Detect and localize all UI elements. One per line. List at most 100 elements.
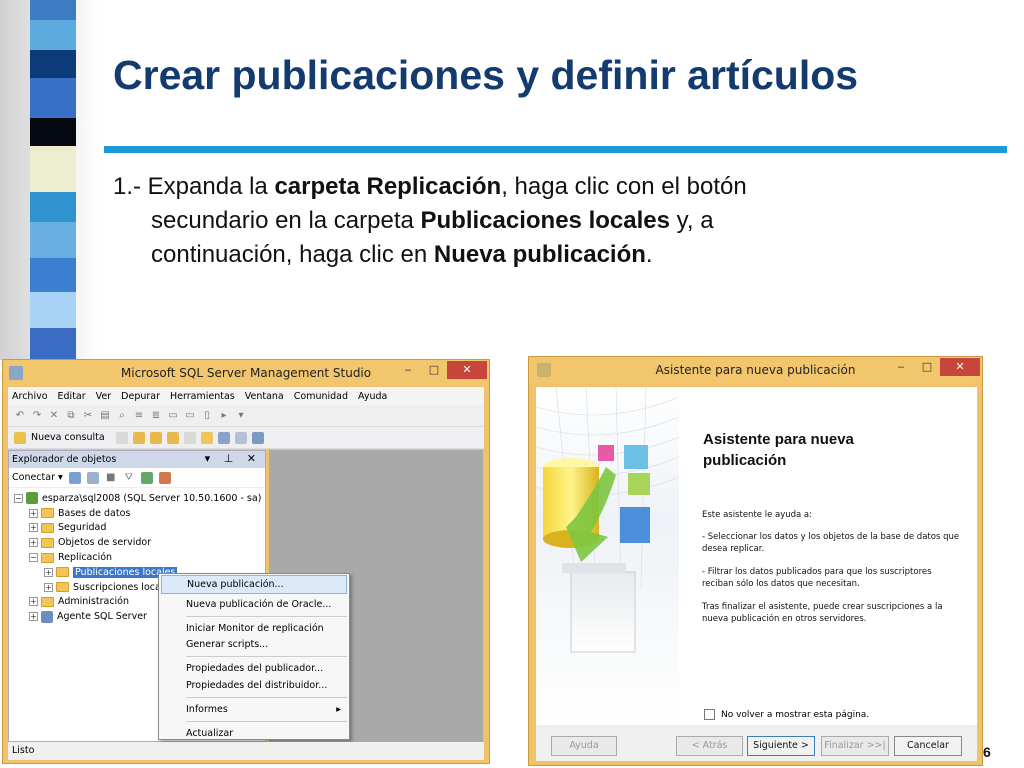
tree-node-security[interactable]: + Seguridad [9, 521, 265, 536]
expand-icon[interactable]: + [44, 567, 53, 577]
menu-ver[interactable]: Ver [96, 391, 112, 402]
dmx-query-icon[interactable] [166, 431, 179, 444]
dont-show-again-checkbox[interactable]: No volver a mostrar esta página. [704, 709, 869, 720]
replication-illustration-icon [536, 387, 679, 653]
cancel-button[interactable]: Cancelar [894, 736, 962, 756]
copy-icon[interactable]: ⧉ [65, 410, 77, 422]
summary-icon[interactable] [158, 471, 171, 484]
tree-label: Bases de datos [58, 507, 131, 519]
save-all-icon[interactable] [234, 431, 247, 444]
folder-icon [56, 567, 69, 578]
close-button[interactable]: ✕ [447, 361, 487, 379]
wizard-bullet-1: - Seleccionar los datos y los objetos de… [702, 532, 960, 554]
minimize-button[interactable]: ‒ [395, 361, 421, 379]
tree-node-replication[interactable]: − Replicación [9, 550, 265, 565]
step-line-1: 1.- Expanda la carpeta Replicación, haga… [113, 173, 747, 200]
tree-node-databases[interactable]: + Bases de datos [9, 506, 265, 521]
disconnect-icon[interactable] [86, 471, 99, 484]
open-folder-icon[interactable] [200, 431, 213, 444]
expand-icon[interactable]: + [29, 508, 38, 518]
menu-item-new-oracle-publication[interactable]: Nueva publicación de Oracle... [159, 595, 349, 614]
menu-separator [186, 697, 347, 698]
finish-button[interactable]: Finalizar >>| [821, 736, 889, 756]
wizard-titlebar[interactable]: Asistente para nueva publicación ‒ □ ✕ [529, 357, 982, 383]
folder-icon [41, 537, 54, 548]
expand-icon[interactable]: + [29, 538, 38, 548]
menu-item-generate-scripts[interactable]: Generar scripts... [159, 635, 349, 654]
strip-block [30, 258, 76, 292]
menu-depurar[interactable]: Depurar [121, 391, 160, 402]
new-item-icon[interactable] [183, 431, 196, 444]
agent-icon [41, 610, 53, 623]
indent-icon[interactable]: ≡ [133, 410, 145, 422]
menu-comunidad[interactable]: Comunidad [294, 391, 348, 402]
comment-icon[interactable]: ▭ [167, 410, 179, 422]
cut-icon[interactable]: ✂ [82, 410, 94, 422]
undo-icon[interactable]: ↶ [14, 410, 26, 422]
new-query-button[interactable]: Nueva consulta [31, 432, 105, 443]
wizard-bullet-2: - Filtrar los datos publicados para que … [702, 567, 932, 589]
tree-label: Seguridad [58, 522, 107, 534]
toolbar-options-icon[interactable]: ▾ [235, 410, 247, 422]
ssms-titlebar[interactable]: Microsoft SQL Server Management Studio ‒… [3, 360, 489, 386]
wizard-intro: Este asistente le ayuda a: [702, 510, 813, 520]
outdent-icon[interactable]: ≣ [150, 410, 162, 422]
bookmark-icon[interactable]: ▯ [201, 410, 213, 422]
menu-archivo[interactable]: Archivo [12, 391, 48, 402]
save-icon[interactable] [217, 431, 230, 444]
menu-ventana[interactable]: Ventana [245, 391, 284, 402]
connect-icon[interactable] [68, 471, 81, 484]
decorative-strip [0, 0, 100, 360]
minimize-button[interactable]: ‒ [888, 358, 914, 376]
strip-block [30, 78, 76, 118]
next-button[interactable]: Siguiente > [747, 736, 815, 756]
menu-item-new-publication[interactable]: Nueva publicación... [161, 575, 347, 594]
menu-herramientas[interactable]: Herramientas [170, 391, 235, 402]
uncomment-icon[interactable]: ▭ [184, 410, 196, 422]
panel-controls[interactable]: ▾ ⊥ ✕ [205, 452, 261, 465]
maximize-button[interactable]: □ [421, 361, 447, 379]
next-bookmark-icon[interactable]: ▸ [218, 410, 230, 422]
tree-node-server-objects[interactable]: + Objetos de servidor [9, 535, 265, 550]
delete-icon[interactable]: ✕ [48, 410, 60, 422]
menu-item-reports[interactable]: Informes ▸ [159, 700, 349, 719]
folder-icon [41, 596, 54, 607]
menu-item-refresh[interactable]: Actualizar [159, 724, 349, 743]
maximize-button[interactable]: □ [914, 358, 940, 376]
menu-item-distributor-properties[interactable]: Propiedades del distribuidor... [159, 676, 349, 695]
filter-icon[interactable]: ⛛ [123, 472, 135, 484]
tree-node-server[interactable]: − esparza\sql2008 (SQL Server 10.50.1600 … [9, 491, 265, 506]
activity-monitor-icon[interactable] [251, 431, 264, 444]
strip-block [30, 292, 76, 328]
paste-icon[interactable]: ▤ [99, 410, 111, 422]
expand-icon[interactable]: + [29, 612, 38, 622]
collapse-icon[interactable]: − [29, 553, 38, 563]
menu-separator [186, 616, 347, 617]
close-button[interactable]: ✕ [940, 358, 980, 376]
new-query-icon [14, 431, 26, 444]
refresh-icon[interactable] [140, 471, 153, 484]
expand-icon[interactable]: + [44, 582, 53, 592]
folder-icon [56, 582, 69, 593]
expand-icon[interactable]: + [29, 523, 38, 533]
wizard-heading-line-1: Asistente para nueva [703, 431, 854, 448]
back-button[interactable]: < Atrás [676, 736, 743, 756]
connect-button[interactable]: Conectar ▾ [12, 472, 63, 483]
menu-editar[interactable]: Editar [58, 391, 86, 402]
database-query-icon[interactable] [132, 431, 145, 444]
collapse-icon[interactable]: − [14, 493, 23, 503]
menu-separator [186, 721, 347, 722]
help-button[interactable]: Ayuda [551, 736, 617, 756]
wizard-illustration [536, 387, 679, 725]
stop-icon[interactable]: ■ [105, 472, 117, 484]
menu-ayuda[interactable]: Ayuda [358, 391, 387, 402]
find-icon[interactable]: ⌕ [116, 410, 128, 422]
object-explorer-toolbar: Conectar ▾ ■ ⛛ [9, 468, 265, 488]
expand-icon[interactable]: + [29, 597, 38, 607]
redo-icon[interactable]: ↷ [31, 410, 43, 422]
new-file-icon[interactable] [115, 431, 128, 444]
object-explorer-title: Explorador de objetos [12, 454, 117, 465]
analysis-query-icon[interactable] [149, 431, 162, 444]
checkbox-box[interactable] [704, 709, 715, 720]
strip-block [30, 20, 76, 50]
